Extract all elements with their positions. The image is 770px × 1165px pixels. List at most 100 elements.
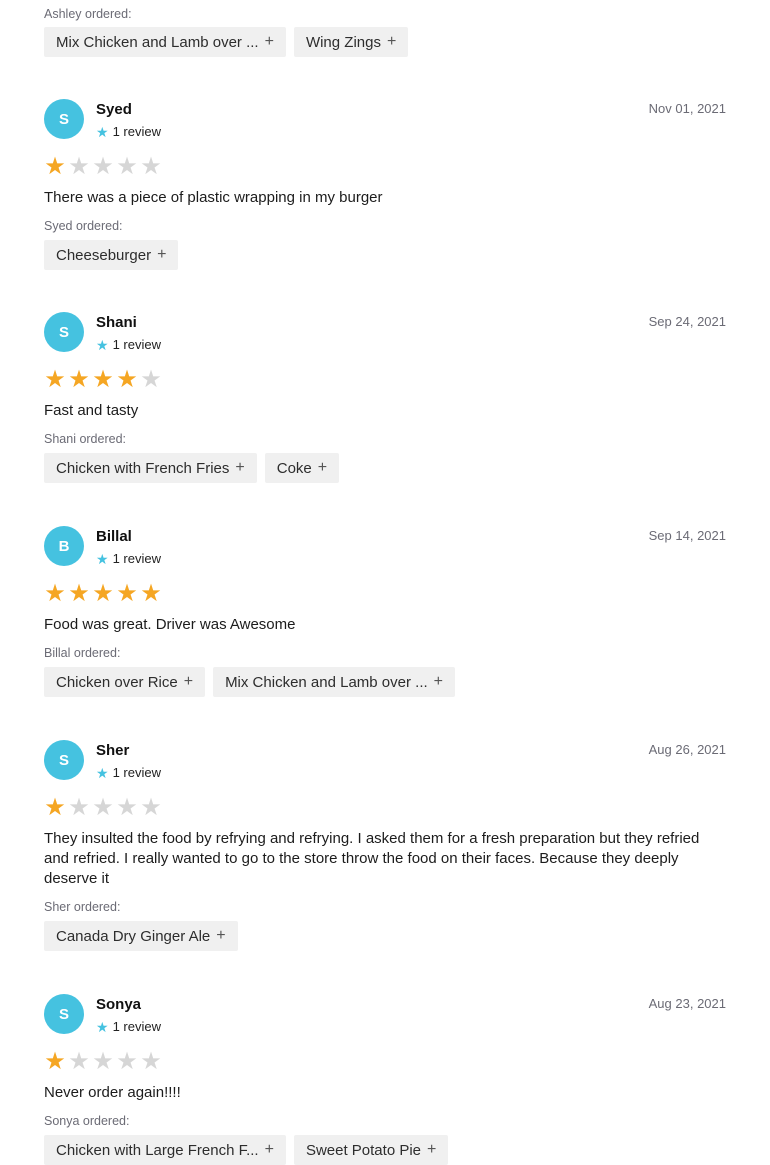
rating-star-icon: ★ [116, 366, 138, 393]
order-item-label: Chicken with Large French F... [56, 1141, 259, 1159]
rating-star-icon: ★ [92, 153, 114, 180]
review-date: Sep 14, 2021 [648, 528, 726, 543]
rating-stars: ★ ★ ★ ★ ★ [44, 155, 162, 179]
rating-stars: ★ ★ ★ ★ ★ [44, 582, 162, 606]
order-item-chip[interactable]: Chicken with French Fries + [44, 453, 257, 483]
review-date: Aug 23, 2021 [648, 996, 726, 1011]
review-count-label: 1 review [112, 1019, 161, 1034]
ordered-label: Shani ordered: [44, 432, 127, 446]
rating-star-icon: ★ [44, 153, 66, 180]
rating-star-icon: ★ [68, 794, 90, 821]
plus-icon: + [216, 927, 226, 944]
review-count: ★ 1 review [96, 337, 161, 352]
ordered-items: Chicken with Large French F... + Sweet Pot… [44, 1135, 449, 1165]
review-count-label: 1 review [112, 337, 161, 352]
order-item-label: Cheeseburger [56, 246, 152, 264]
rating-star-icon: ★ [44, 794, 66, 821]
review-count-label: 1 review [112, 551, 161, 566]
rating-star-icon: ★ [140, 1048, 162, 1075]
order-item-chip[interactable]: Cheeseburger + [44, 240, 179, 270]
review-count-label: 1 review [112, 124, 161, 139]
reviewer-name[interactable]: Sonya [96, 996, 141, 1013]
reviewer-name[interactable]: Shani [96, 314, 137, 331]
order-item-chip[interactable]: Wing Zings + [293, 27, 409, 57]
plus-icon: + [235, 459, 245, 476]
order-item-label: Sweet Potato Pie [305, 1141, 422, 1159]
review-count-label: 1 review [112, 765, 161, 780]
review-text: Never order again!!!! [44, 1084, 181, 1101]
avatar: S [44, 312, 84, 352]
rating-star-icon: ★ [92, 794, 114, 821]
reviewer-name[interactable]: Syed [96, 101, 132, 118]
review-count: ★ 1 review [96, 765, 161, 780]
rating-stars: ★ ★ ★ ★ ★ [44, 368, 162, 392]
review-count: ★ 1 review [96, 124, 161, 139]
order-item-chip[interactable]: Canada Dry Ginger Ale + [44, 921, 238, 951]
reviewer-name[interactable]: Billal [96, 528, 132, 545]
rating-star-icon: ★ [140, 580, 162, 607]
ordered-label: Sher ordered: [44, 900, 121, 914]
rating-star-icon: ★ [116, 580, 138, 607]
star-icon: ★ [96, 1018, 109, 1035]
review-date: Aug 26, 2021 [648, 742, 726, 757]
order-item-label: Mix Chicken and Lamb over ... [56, 33, 259, 51]
rating-star-icon: ★ [140, 153, 162, 180]
review-date: Sep 24, 2021 [648, 314, 726, 329]
star-icon: ★ [96, 123, 109, 140]
order-item-label: Coke [276, 459, 312, 477]
ordered-label: Billal ordered: [44, 646, 121, 660]
rating-star-icon: ★ [68, 153, 90, 180]
rating-star-icon: ★ [140, 794, 162, 821]
order-item-chip[interactable]: Chicken over Rice + [44, 667, 206, 697]
rating-star-icon: ★ [92, 366, 114, 393]
review-count: ★ 1 review [96, 551, 161, 566]
rating-star-icon: ★ [116, 1048, 138, 1075]
rating-stars: ★ ★ ★ ★ ★ [44, 1050, 162, 1074]
order-item-chip[interactable]: Sweet Potato Pie + [293, 1135, 449, 1165]
order-item-label: Canada Dry Ginger Ale [56, 927, 211, 945]
order-item-chip[interactable]: Mix Chicken and Lamb over ... + [44, 27, 286, 57]
star-icon: ★ [96, 336, 109, 353]
star-icon: ★ [96, 550, 109, 567]
plus-icon: + [317, 459, 328, 476]
rating-star-icon: ★ [68, 366, 90, 393]
order-item-label: Chicken over Rice [56, 673, 178, 691]
rating-star-icon: ★ [68, 580, 90, 607]
ordered-items: Mix Chicken and Lamb over ... + Wing Zin… [44, 27, 409, 57]
ordered-label: Sonya ordered: [44, 1114, 130, 1128]
order-item-chip[interactable]: Coke + [264, 453, 340, 483]
rating-star-icon: ★ [44, 580, 66, 607]
ordered-items: Chicken with French Fries + Coke + [44, 453, 340, 483]
rating-star-icon: ★ [92, 1048, 114, 1075]
order-item-chip[interactable]: Mix Chicken and Lamb over ... + [213, 667, 455, 697]
star-icon: ★ [96, 764, 109, 781]
plus-icon: + [183, 673, 194, 690]
plus-icon: + [433, 673, 443, 690]
review-text: They insulted the food by refrying and r… [44, 830, 700, 887]
review-text: There was a piece of plastic wrapping in… [44, 189, 383, 206]
review-date: Nov 01, 2021 [648, 101, 726, 116]
ordered-items: Chicken over Rice + Mix Chicken and Lamb o… [44, 667, 455, 697]
plus-icon: + [264, 33, 274, 50]
reviewer-name[interactable]: Sher [96, 742, 129, 759]
order-item-chip[interactable]: Chicken with Large French F... + [44, 1135, 286, 1165]
avatar: B [44, 526, 84, 566]
review-text: Fast and tasty [44, 402, 139, 419]
plus-icon: + [427, 1141, 437, 1158]
avatar: S [44, 994, 84, 1034]
order-item-label: Wing Zings [305, 33, 381, 51]
ordered-label: Ashley ordered: [44, 7, 132, 21]
review-text: Food was great. Driver was Awesome [44, 616, 296, 633]
rating-stars: ★ ★ ★ ★ ★ [44, 796, 162, 820]
ordered-items: Cheeseburger + [44, 240, 179, 270]
plus-icon: + [157, 246, 167, 263]
rating-star-icon: ★ [68, 1048, 90, 1075]
plus-icon: + [386, 33, 397, 50]
review-count: ★ 1 review [96, 1019, 161, 1034]
avatar: S [44, 740, 84, 780]
rating-star-icon: ★ [116, 153, 138, 180]
rating-star-icon: ★ [140, 366, 162, 393]
reviews-list: Ashley ordered: Mix Chicken and Lamb ove… [0, 0, 770, 1165]
order-item-label: Mix Chicken and Lamb over ... [225, 673, 428, 691]
plus-icon: + [264, 1141, 274, 1158]
